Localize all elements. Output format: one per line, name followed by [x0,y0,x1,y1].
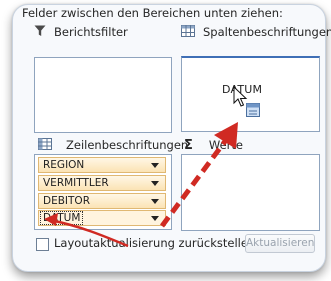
annotation-arrows [44,122,238,248]
pointer-arrow [44,213,129,248]
drag-arrow [159,122,238,228]
